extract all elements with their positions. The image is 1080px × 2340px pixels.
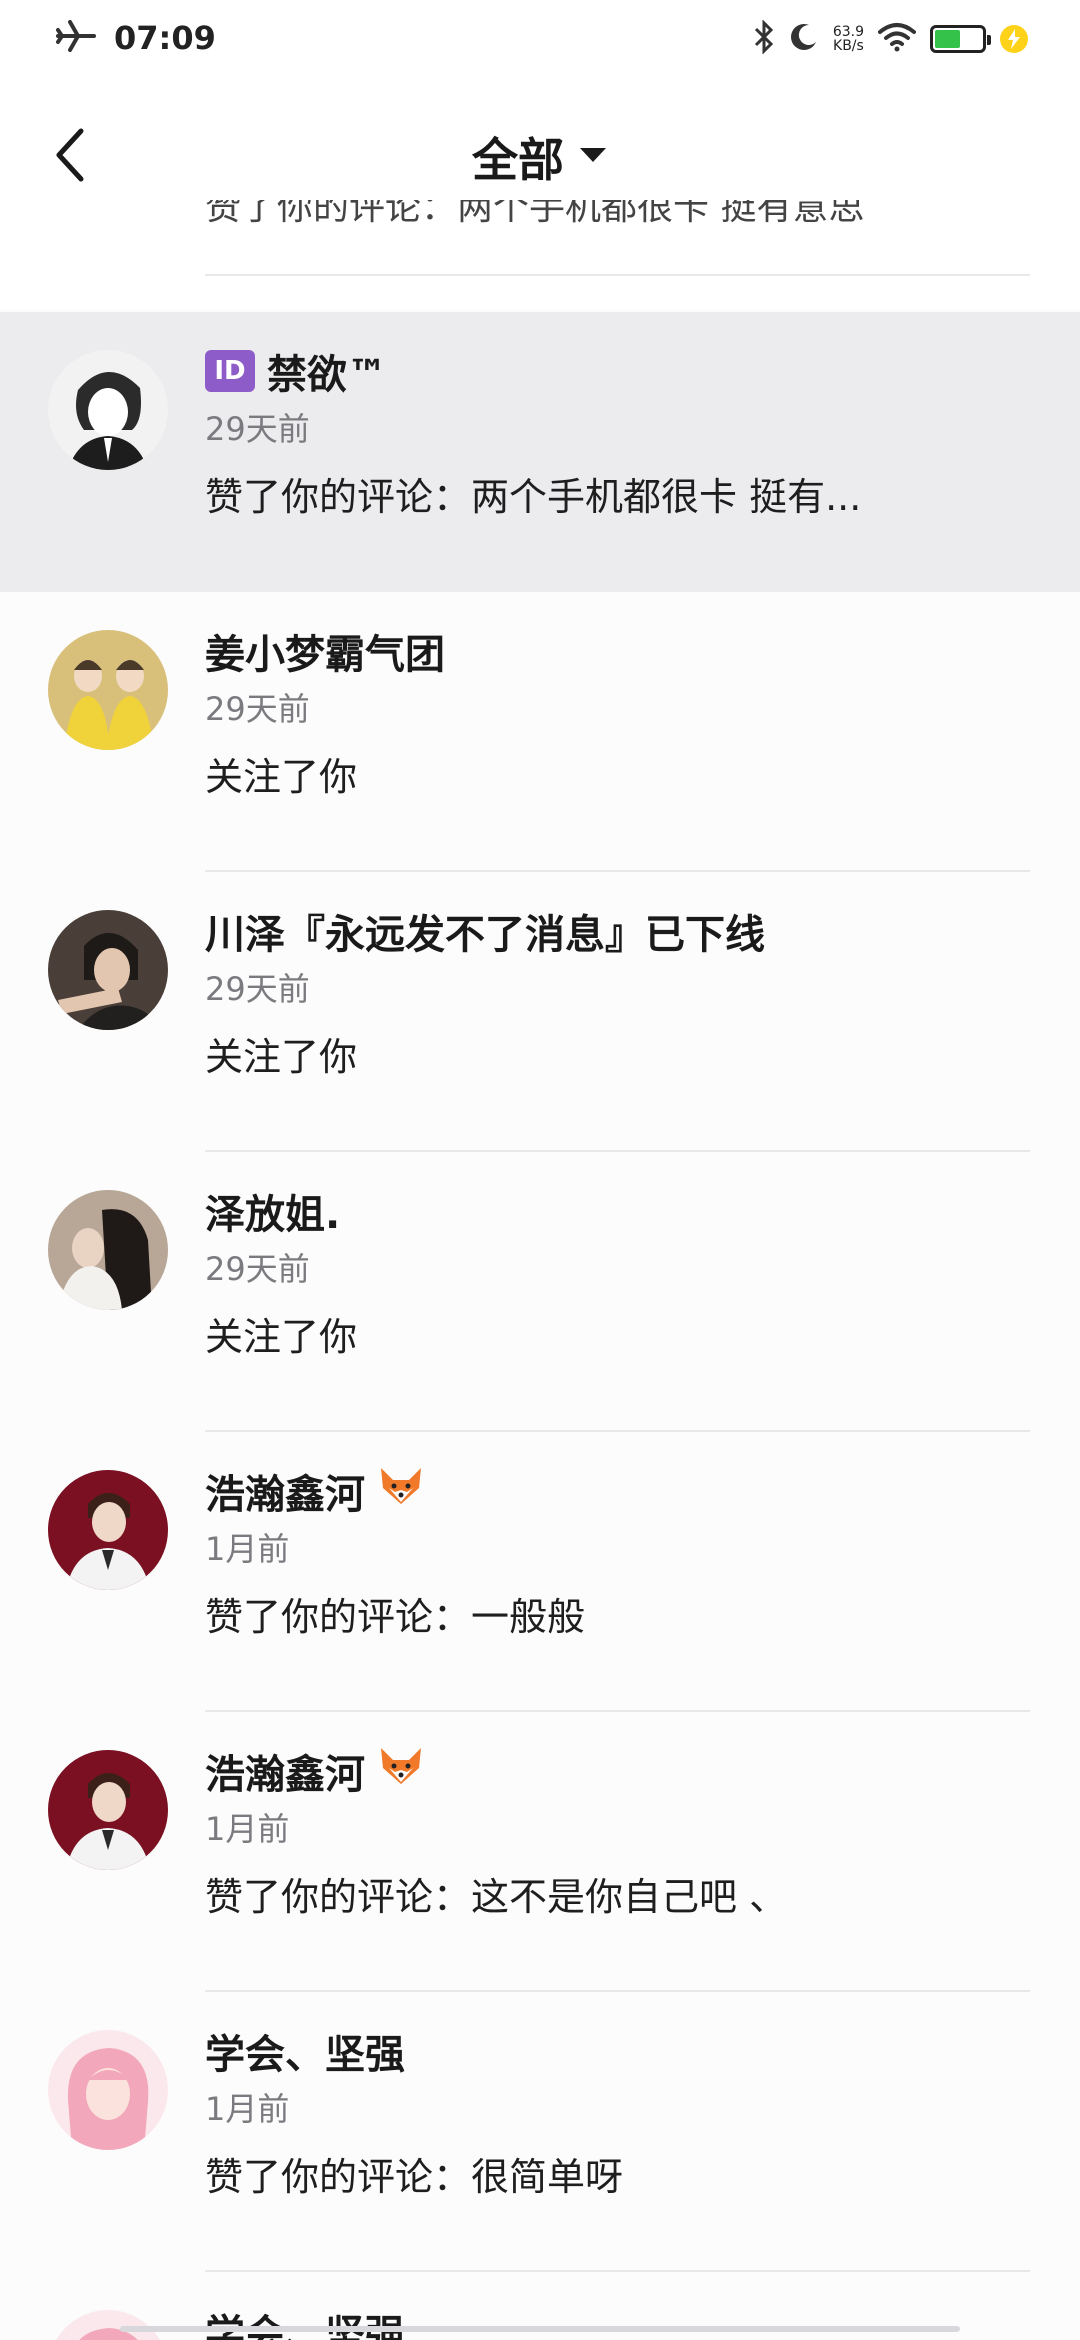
user-name[interactable]: 川泽『永远发不了消息』已下线 [205, 902, 765, 960]
action-text: 关注了你 [205, 755, 358, 799]
partial-notification-row[interactable]: 赞了你的评论：两个手机都很卡 挺有意思 [0, 200, 1080, 310]
page-title: 全部 [472, 133, 564, 187]
user-name-line: 学会、坚强 [205, 2302, 405, 2340]
charging-bolt-icon [1000, 25, 1028, 53]
caret-down-icon [578, 145, 608, 169]
timestamp: 29天前 [205, 690, 310, 728]
avatar[interactable] [48, 2030, 168, 2150]
notification-list: ID 禁欲™ 29天前 赞了你的评论：两个手机都很卡 挺有... 姜小梦霸气团 … [0, 312, 1080, 2272]
action-text: 赞了你的评论：两个手机都很卡 挺有... [205, 475, 862, 519]
user-name-line: 姜小梦霸气团 [205, 622, 445, 680]
notification-item[interactable]: 姜小梦霸气团 29天前 关注了你 [0, 592, 1080, 872]
user-name-line: 泽放姐. [205, 1182, 340, 1240]
status-bar: 07:09 63.9 KB/s [0, 0, 1080, 80]
filter-dropdown[interactable]: 全部 [0, 124, 1080, 190]
notification-item[interactable]: 泽放姐. 29天前 关注了你 [0, 1152, 1080, 1432]
notification-item[interactable]: 浩瀚鑫河 1月前 赞了你的评论：一般般 [0, 1432, 1080, 1712]
timestamp: 1月前 [205, 2090, 290, 2128]
timestamp: 29天前 [205, 410, 310, 448]
user-name[interactable]: 泽放姐. [205, 1182, 340, 1240]
timestamp: 1月前 [205, 1810, 290, 1848]
status-left: 07:09 [56, 18, 216, 58]
user-name[interactable]: 浩瀚鑫河 [205, 1742, 365, 1800]
network-speed: 63.9 KB/s [833, 25, 864, 53]
airplane-mode-icon [56, 18, 96, 58]
action-text: 赞了你的评论：很简单呀 [205, 2155, 624, 2199]
notification-item[interactable]: 学会、坚强 1月前 赞了你的评论：很简单呀 [0, 1992, 1080, 2272]
notification-item[interactable]: 浩瀚鑫河 1月前 赞了你的评论：这不是你自己吧 、 [0, 1712, 1080, 1992]
battery-level [935, 30, 960, 48]
avatar[interactable] [48, 1190, 168, 1310]
fox-emoji-icon [377, 1742, 425, 1800]
avatar[interactable] [48, 910, 168, 1030]
status-right: 63.9 KB/s [753, 19, 1028, 58]
action-text: 赞了你的评论：这不是你自己吧 、 [205, 1875, 788, 1919]
avatar[interactable] [48, 630, 168, 750]
partial-action-text: 赞了你的评论：两个手机都很卡 挺有意思 [205, 200, 865, 228]
user-name-line: 浩瀚鑫河 [205, 1742, 425, 1800]
user-name-line: 学会、坚强 [205, 2022, 405, 2080]
bluetooth-icon [753, 19, 775, 58]
action-text: 关注了你 [205, 1315, 358, 1359]
user-name[interactable]: 学会、坚强 [205, 2302, 405, 2340]
do-not-disturb-moon-icon [789, 22, 819, 56]
user-name[interactable]: 浩瀚鑫河 [205, 1462, 365, 1520]
timestamp: 29天前 [205, 1250, 310, 1288]
net-speed-unit: KB/s [833, 38, 864, 54]
avatar[interactable] [48, 2310, 168, 2340]
timestamp: 29天前 [205, 970, 310, 1008]
timestamp: 1月前 [205, 1530, 290, 1568]
user-name-line: 川泽『永远发不了消息』已下线 [205, 902, 765, 960]
user-name[interactable]: 姜小梦霸气团 [205, 622, 445, 680]
net-speed-value: 63.9 [832, 24, 864, 40]
user-name-line: 浩瀚鑫河 [205, 1462, 425, 1520]
notification-item[interactable]: 川泽『永远发不了消息』已下线 29天前 关注了你 [0, 872, 1080, 1152]
id-badge: ID [205, 350, 255, 392]
user-name-line: ID 禁欲™ [205, 342, 387, 400]
avatar[interactable] [48, 1750, 168, 1870]
action-text: 赞了你的评论：一般般 [205, 1595, 586, 1639]
battery-icon [930, 25, 991, 53]
divider [205, 274, 1030, 276]
action-text: 关注了你 [205, 1035, 358, 1079]
avatar[interactable] [48, 1470, 168, 1590]
notification-item[interactable]: ID 禁欲™ 29天前 赞了你的评论：两个手机都很卡 挺有... [0, 312, 1080, 592]
wifi-icon [878, 22, 916, 56]
avatar[interactable] [48, 350, 168, 470]
status-time: 07:09 [114, 19, 216, 57]
fox-emoji-icon [377, 1462, 425, 1520]
user-name[interactable]: 学会、坚强 [205, 2022, 405, 2080]
user-name[interactable]: 禁欲™ [267, 342, 387, 400]
home-indicator-bar [120, 2326, 960, 2332]
